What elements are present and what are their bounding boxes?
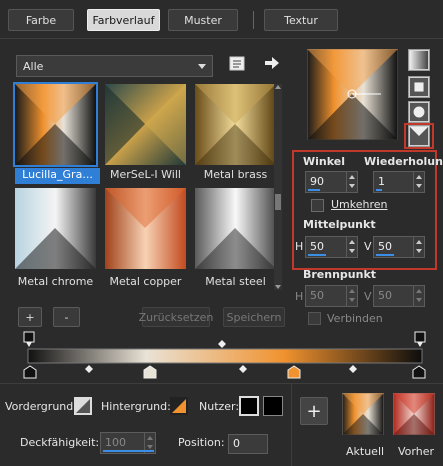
angle-label: Winkel [303,155,345,168]
arrow-right-icon[interactable] [263,55,281,71]
opacity-stepper[interactable]: 100 [100,432,156,454]
radial-style-button[interactable] [408,101,430,123]
gradient-label-copper[interactable]: Metal copper [103,275,188,291]
gradient-label-chrome[interactable]: Metal chrome [13,275,98,291]
gradient-thumb-mersel[interactable] [105,84,186,165]
center-v-bar [376,254,394,256]
focus-v-stepper[interactable]: 50 [373,285,425,307]
invert-checkbox[interactable] [311,199,324,212]
save-button[interactable]: Speichern [223,307,285,327]
tab-farbe[interactable]: Farbe [8,9,74,31]
invert-label[interactable]: Umkehren [331,198,388,211]
gradient-thumb-brass[interactable] [195,84,276,165]
angle-arrows[interactable] [346,172,357,192]
dropdown-value: Alle [23,59,44,73]
foreground-label: Vordergrund: [5,400,77,413]
gradient-list-scrollbar[interactable] [274,84,282,290]
gradient-label-steel[interactable]: Metal steel [193,275,278,291]
gradient-thumb-chrome[interactable] [15,188,96,269]
link-label[interactable]: Verbinden [327,312,383,325]
repeat-bar [376,189,382,191]
focus-v-label: V [364,290,372,303]
center-v-stepper[interactable]: 50 [373,236,425,258]
center-label: Mittelpunkt [303,218,376,231]
center-h-label: H [295,240,304,253]
current-swatch[interactable] [342,393,384,435]
gradient-grid: Lucilla_Gra... MerSeL-I Will Metal brass… [13,82,278,292]
tab-farbverlauf[interactable]: Farbverlauf [87,9,160,31]
focus-h-label: H [295,290,304,303]
tab-separator [253,11,254,29]
bottom-vdivider [291,384,292,466]
angle-value: 90 [310,175,324,188]
notebook-icon[interactable] [228,55,246,73]
reset-button[interactable]: Zurücksetzen [139,307,213,327]
rectangular-style-button[interactable] [408,76,430,98]
gradient-category-dropdown[interactable]: Alle [16,55,213,77]
repeat-stepper[interactable]: 1 [373,171,425,193]
focus-label: Brennpunkt [303,268,377,281]
focus-h-value: 50 [310,289,324,302]
previous-label: Vorher [398,445,434,458]
scroll-up-arrow[interactable] [275,85,281,89]
previous-swatch[interactable] [393,393,435,435]
add-gradient-button[interactable]: + [18,307,42,327]
opacity-value: 100 [105,436,126,449]
user-label: Nutzer: [199,400,240,413]
focus-v-value: 50 [378,289,392,302]
focus-h-arrows[interactable] [346,286,357,306]
center-h-value: 50 [310,240,324,253]
gradient-thumb-copper[interactable] [105,188,186,269]
user-color-black[interactable] [239,396,259,416]
position-value: 0 [233,437,240,450]
repeat-value: 1 [378,175,385,188]
tab-underline [0,38,443,39]
focus-v-arrows[interactable] [413,286,424,306]
angle-stepper[interactable]: 90 [305,171,358,193]
linear-style-button[interactable] [408,49,430,71]
bottom-divider [0,383,443,384]
position-label: Position: [178,436,225,449]
center-h-bar [308,254,326,256]
tab-muster[interactable]: Muster [168,9,238,31]
gradient-editor[interactable] [22,330,432,380]
opacity-label: Deckfähigkeit: [20,436,100,449]
repeat-label: Wiederholung [364,155,443,168]
sunburst-style-button[interactable] [408,125,430,147]
center-h-stepper[interactable]: 50 [305,236,358,258]
focus-h-stepper[interactable]: 50 [305,285,358,307]
current-label: Aktuell [346,445,385,458]
foreground-swatch[interactable] [74,397,92,415]
background-label: Hintergrund: [101,400,171,413]
angle-bar [308,189,320,191]
gradient-label-brass[interactable]: Metal brass [193,168,278,184]
link-checkbox[interactable] [308,312,321,325]
opacity-bar [103,450,154,452]
tab-textur[interactable]: Textur [264,9,338,31]
center-v-value: 50 [378,240,392,253]
user-color-swatch-2[interactable] [263,396,283,416]
gradient-label-mersel[interactable]: MerSeL-I Will [103,168,188,184]
position-field[interactable]: 0 [228,434,268,454]
background-swatch[interactable] [170,397,188,415]
add-swatch-button[interactable]: + [300,397,328,425]
chevron-down-icon [198,64,206,69]
gradient-thumb-lucilla[interactable] [13,82,98,167]
scroll-down-arrow[interactable] [275,285,281,289]
gradient-label-lucilla[interactable]: Lucilla_Gra... [15,168,100,184]
gradient-preview[interactable] [307,49,398,140]
repeat-arrows[interactable] [413,172,424,192]
gradient-thumb-steel[interactable] [195,188,276,269]
center-h-arrows[interactable] [346,237,357,257]
center-v-arrows[interactable] [413,237,424,257]
center-v-label: V [364,240,372,253]
scroll-thumb[interactable] [275,194,281,210]
remove-gradient-button[interactable]: - [53,307,80,327]
